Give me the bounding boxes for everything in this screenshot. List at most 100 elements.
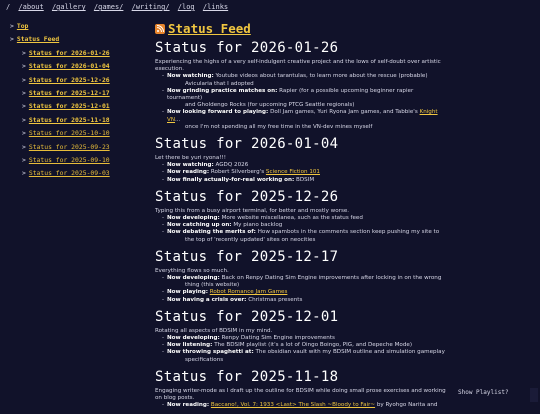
item-link[interactable]: Robot Romance Jam Games xyxy=(210,289,288,295)
nav-link-links[interactable]: /links xyxy=(203,3,228,11)
toc-link-status-entry[interactable]: Status for 2026-01-26 xyxy=(29,49,110,57)
item-label: Now developing: xyxy=(167,275,220,282)
item-text: AGDQ 2026 xyxy=(215,162,249,169)
item-label: Now looking forward to playing: xyxy=(167,109,269,116)
toc-link-status-entry[interactable]: Status for 2025-09-10 xyxy=(29,156,110,164)
toc-link-top[interactable]: Top xyxy=(17,22,29,30)
entry-list: Now watching: Youtube videos about taran… xyxy=(155,73,450,131)
status-entry: Status for 2025-12-26 Typing this from a… xyxy=(155,188,450,244)
item-text: BDSIM xyxy=(296,176,315,183)
item-label: Now watching: xyxy=(167,162,214,169)
item-text: Back on Renpy Dating Sim Engine improvem… xyxy=(221,275,442,282)
status-entry: Status for 2025-12-01 Rotating all aspec… xyxy=(155,308,450,364)
item-label: Now having a crisis over: xyxy=(167,296,247,303)
entry-intro: Experiencing the highs of a very self-in… xyxy=(155,59,441,73)
item-text-after: by Ryohgo Narita and xyxy=(375,402,438,409)
feed-title-link[interactable]: Status Feed xyxy=(168,21,251,36)
show-playlist-button[interactable]: Show Playlist? xyxy=(452,388,515,397)
item-label: Now playing: xyxy=(167,289,208,296)
feed-title: Status Feed xyxy=(155,20,450,37)
nav-link-games[interactable]: /games/ xyxy=(94,3,124,11)
item-text: How spambots in the comments section kee… xyxy=(257,229,440,236)
toc-item: > Status for 2025-09-23 xyxy=(6,141,146,154)
item-text-after: ... xyxy=(175,116,181,123)
chevron-right-icon: > xyxy=(22,169,26,178)
entry-heading: Status for 2025-12-01 xyxy=(155,308,339,325)
toc-item: > Status for 2025-12-01 xyxy=(6,100,146,113)
item-link[interactable]: Baccano!, Vol. 7: 1933 <Last> The Slash … xyxy=(211,402,375,408)
entry-heading: Status for 2026-01-04 xyxy=(155,136,339,153)
status-entry: Status for 2025-11-18 Engaging writer-mo… xyxy=(155,368,450,410)
toc-link-status-entry[interactable]: Status for 2025-11-18 xyxy=(29,116,110,124)
toc-item: > Status for 2025-09-03 xyxy=(6,167,146,180)
entry-list: Now developing: Back on Renpy Dating Sim… xyxy=(155,275,450,304)
list-item: Now catching up on: My piano backlog xyxy=(162,222,450,229)
item-label: Now grinding practice matches on: xyxy=(167,87,278,94)
toc-link-status-entry[interactable]: Status for 2025-09-23 xyxy=(29,143,110,151)
item-text: Renpy Dating Sim Engine improvements xyxy=(221,335,335,342)
nav-link-about[interactable]: /about xyxy=(18,3,43,11)
item-continuation: the top of 'recently updated' sites on n… xyxy=(185,236,316,243)
entry-heading: Status for 2026-01-26 xyxy=(155,40,339,56)
chevron-right-icon: > xyxy=(22,102,26,111)
toc-item-top: > Top xyxy=(6,20,146,33)
item-label: Now finally actually-for-real working on… xyxy=(167,176,295,183)
item-link[interactable]: Science Fiction 101 xyxy=(266,169,320,175)
item-label: Now watching: xyxy=(167,73,214,80)
status-entry: Status for 2026-01-26 Experiencing the h… xyxy=(155,39,450,131)
toc-link-status-entry[interactable]: Status for 2025-12-01 xyxy=(29,102,110,110)
list-item: Now grinding practice matches on: Rapier… xyxy=(162,87,450,110)
chevron-right-icon: > xyxy=(22,75,26,84)
toc-link-status-entry[interactable]: Status for 2025-12-17 xyxy=(29,89,110,97)
nav-link-gallery[interactable]: /gallery xyxy=(52,3,86,11)
list-item: Now having a crisis over: Christmas pres… xyxy=(162,296,450,304)
item-text: Doll Jam games, Yuri Ryona Jam games, an… xyxy=(270,109,420,116)
item-continuation: Avicularia that I adopted xyxy=(185,80,254,87)
entry-list: Now developing: Renpy Dating Sim Engine … xyxy=(155,335,450,364)
nav-link-writing[interactable]: /writing/ xyxy=(132,3,170,11)
entry-heading: Status for 2025-11-18 xyxy=(155,368,339,385)
chevron-right-icon: > xyxy=(22,129,26,138)
list-item: Now watching: Youtube videos about taran… xyxy=(162,73,450,87)
chevron-right-icon: > xyxy=(10,35,14,44)
toc-link-status-feed[interactable]: Status Feed xyxy=(17,35,59,43)
list-item: Now finally actually-for-real working on… xyxy=(162,176,450,184)
list-item: Now throwing spaghetti at: The obsidian … xyxy=(162,349,450,363)
nav-link-log[interactable]: /log xyxy=(178,3,195,11)
status-entry: Status for 2025-12-17 Everything flows s… xyxy=(155,248,450,304)
entry-intro: Typing this from a busy airport terminal… xyxy=(155,207,350,214)
chevron-right-icon: > xyxy=(22,48,26,57)
item-label: Now listening: xyxy=(167,342,213,349)
item-label: Now reading: xyxy=(167,169,210,176)
item-text: Robert Silverberg's xyxy=(210,169,266,176)
toc-link-status-entry[interactable]: Status for 2026-01-04 xyxy=(29,62,110,70)
nav-link-root[interactable]: / xyxy=(6,3,10,11)
chevron-right-icon: > xyxy=(22,155,26,164)
scrollbar[interactable] xyxy=(530,388,538,402)
entry-intro: Rotating all aspects of BDSIM in my mind… xyxy=(155,327,273,334)
item-continuation: specifications xyxy=(185,356,224,363)
rss-icon[interactable] xyxy=(155,23,165,34)
entry-intro: Let there be yuri ryona!!! xyxy=(155,155,226,162)
list-item: Now developing: Renpy Dating Sim Engine … xyxy=(162,335,450,342)
entry-heading: Status for 2025-12-17 xyxy=(155,248,339,265)
item-continuation: and Gholdengo Rocks (for upcoming PTCG S… xyxy=(185,102,355,109)
status-entry: Status for 2026-01-04 Let there be yuri … xyxy=(155,135,450,184)
toc-link-status-entry[interactable]: Status for 2025-10-10 xyxy=(29,129,110,137)
list-item: Now debating the merits of: How spambots… xyxy=(162,229,450,243)
list-item: Now developing: More website miscellanea… xyxy=(162,215,450,222)
toc-link-status-entry[interactable]: Status for 2025-12-26 xyxy=(29,76,110,84)
toc-item-status-feed: > Status Feed xyxy=(6,33,146,46)
item-label: Now throwing spaghetti at: xyxy=(167,349,254,356)
entry-intro: Everything flows so much. xyxy=(155,267,229,274)
list-item: Now playing: Robot Romance Jam Games xyxy=(162,289,450,296)
item-text: My piano backlog xyxy=(233,222,283,229)
item-label: Now debating the merits of: xyxy=(167,229,256,236)
item-continuation: once I'm not spending all my free time i… xyxy=(185,123,373,130)
item-continuation: thing (this website) xyxy=(185,282,240,289)
toc-item: > Status for 2025-09-10 xyxy=(6,154,146,167)
entry-list: Now watching: AGDQ 2026 Now reading: Rob… xyxy=(155,162,450,184)
chevron-right-icon: > xyxy=(22,88,26,97)
chevron-right-icon: > xyxy=(22,142,26,151)
toc-link-status-entry[interactable]: Status for 2025-09-03 xyxy=(29,169,110,177)
